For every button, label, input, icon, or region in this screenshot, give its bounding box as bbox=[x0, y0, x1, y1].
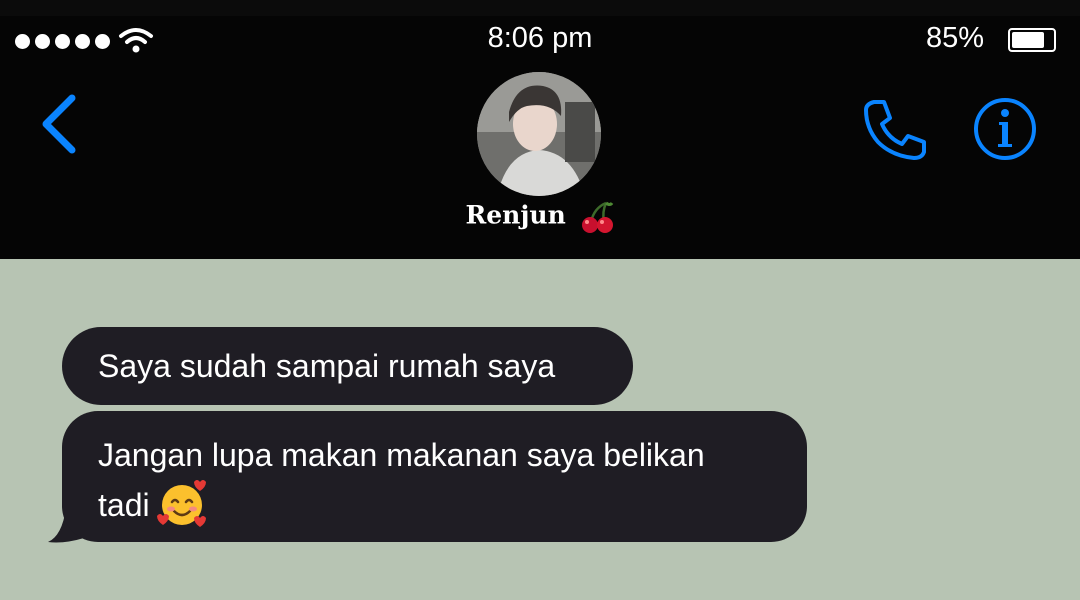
contact-name-row[interactable]: Renjun bbox=[0, 200, 1080, 234]
status-time: 8:06 pm bbox=[487, 22, 593, 54]
avatar-photo bbox=[477, 72, 601, 196]
contact-name: Renjun bbox=[465, 200, 566, 230]
message-text-line: Jangan lupa makan makanan saya belikan bbox=[98, 437, 705, 473]
battery-percentage: 85% bbox=[925, 22, 984, 54]
battery-icon bbox=[1008, 28, 1056, 52]
top-strip bbox=[0, 0, 1080, 16]
cherry-icon bbox=[582, 201, 614, 233]
chat-header: 8:06 pm 85% Renjun bbox=[0, 16, 1080, 259]
back-chevron-icon[interactable] bbox=[38, 94, 78, 154]
contact-avatar[interactable] bbox=[477, 72, 601, 196]
message-text: Saya sudah sampai rumah saya bbox=[98, 348, 556, 384]
info-icon[interactable] bbox=[972, 96, 1038, 162]
message-bubble[interactable]: Jangan lupa makan makanan saya belikan t… bbox=[62, 411, 807, 542]
status-bar: 8:06 pm 85% bbox=[0, 16, 1080, 62]
phone-call-icon[interactable] bbox=[862, 98, 928, 162]
smiling-face-with-hearts-icon bbox=[156, 479, 206, 527]
message-bubble[interactable]: Saya sudah sampai rumah saya bbox=[62, 327, 633, 405]
message-text-line: tadi bbox=[98, 487, 150, 523]
